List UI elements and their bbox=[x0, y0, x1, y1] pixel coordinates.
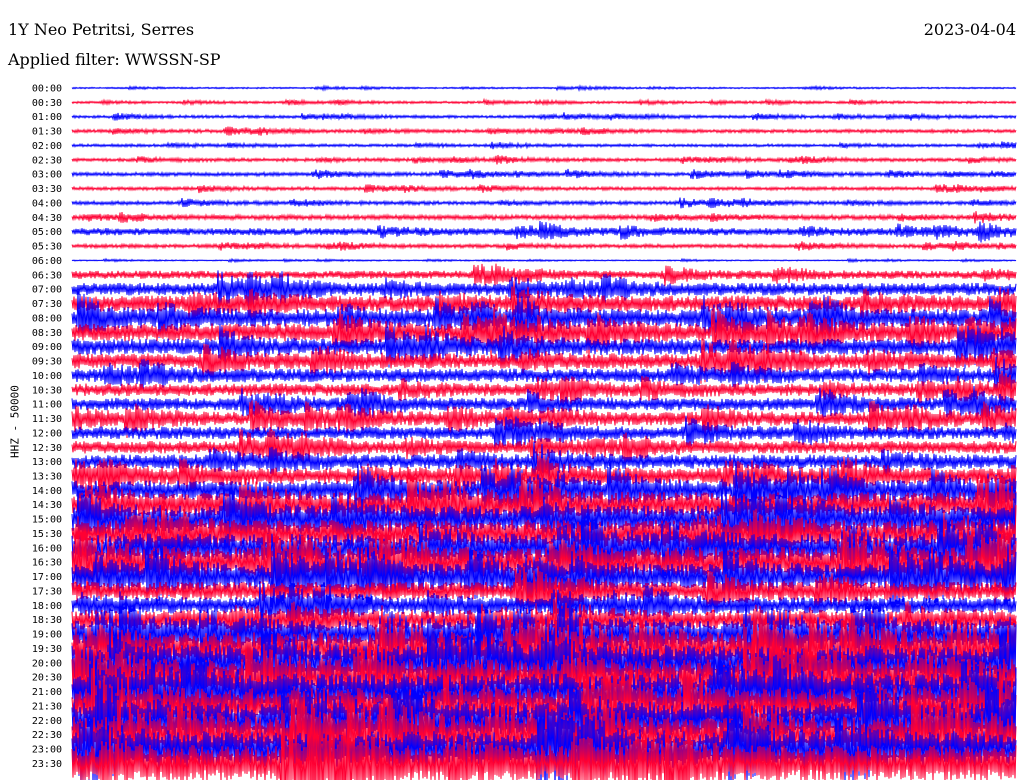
row-time-label: 05:30 bbox=[32, 242, 62, 253]
trace-row bbox=[71, 112, 1017, 122]
row-time-label: 11:30 bbox=[32, 414, 62, 425]
row-time-label: 04:00 bbox=[32, 198, 62, 209]
row-time-label: 13:00 bbox=[32, 457, 62, 468]
trace-row bbox=[71, 126, 1017, 136]
row-time-label: 03:30 bbox=[32, 184, 62, 195]
helicorder-plot: 00:00 00:30 01:00 01:30 02:00 02:30 03:00 03:30… bbox=[32, 84, 1017, 780]
trace-row bbox=[71, 168, 1017, 180]
row-time-label: 02:00 bbox=[32, 141, 62, 152]
row-time-label: 18:30 bbox=[32, 615, 62, 626]
trace-row bbox=[71, 154, 1017, 165]
row-time-label: 22:30 bbox=[32, 730, 62, 741]
row-time-label: 23:30 bbox=[32, 759, 62, 770]
row-time-label: 23:00 bbox=[32, 745, 62, 756]
row-time-label: 03:00 bbox=[32, 170, 62, 181]
row-time-label: 13:30 bbox=[32, 471, 62, 482]
row-time-label: 09:30 bbox=[32, 357, 62, 368]
row-time-label: 12:00 bbox=[32, 428, 62, 439]
row-time-label: 15:30 bbox=[32, 529, 62, 540]
row-time-label: 14:30 bbox=[32, 500, 62, 511]
row-time-label: 16:30 bbox=[32, 558, 62, 569]
trace-row bbox=[71, 220, 1017, 243]
trace-row bbox=[71, 184, 1017, 194]
row-time-label: 21:00 bbox=[32, 687, 62, 698]
row-time-label: 00:30 bbox=[32, 98, 62, 109]
trace-row bbox=[71, 257, 1017, 264]
row-time-label: 17:00 bbox=[32, 572, 62, 583]
row-time-label: 00:00 bbox=[32, 84, 62, 95]
row-time-label: 12:30 bbox=[32, 443, 62, 454]
row-time-label: 09:00 bbox=[32, 342, 62, 353]
row-time-label: 07:30 bbox=[32, 299, 62, 310]
row-time-label: 04:30 bbox=[32, 213, 62, 224]
row-time-label: 16:00 bbox=[32, 543, 62, 554]
row-time-label: 06:30 bbox=[32, 270, 62, 281]
row-time-label: 08:00 bbox=[32, 313, 62, 324]
row-time-label: 17:30 bbox=[32, 586, 62, 597]
row-time-label: 07:00 bbox=[32, 285, 62, 296]
row-time-label: 02:30 bbox=[32, 155, 62, 166]
row-time-label: 19:00 bbox=[32, 630, 62, 641]
row-time-label: 19:30 bbox=[32, 644, 62, 655]
row-time-label: 06:00 bbox=[32, 256, 62, 267]
row-time-label: 14:00 bbox=[32, 486, 62, 497]
trace-row bbox=[71, 141, 1017, 150]
row-time-label: 05:00 bbox=[32, 227, 62, 238]
row-time-label: 21:30 bbox=[32, 701, 62, 712]
trace-row bbox=[71, 97, 1017, 107]
row-time-label: 22:00 bbox=[32, 716, 62, 727]
row-time-label: 08:30 bbox=[32, 328, 62, 339]
row-time-label: 18:00 bbox=[32, 601, 62, 612]
row-time-label: 11:00 bbox=[32, 400, 62, 411]
trace-row bbox=[71, 197, 1017, 209]
row-time-label: 01:30 bbox=[32, 127, 62, 138]
trace-row bbox=[71, 211, 1017, 224]
row-time-label: 20:30 bbox=[32, 673, 62, 684]
row-time-label: 20:00 bbox=[32, 658, 62, 669]
row-time-label: 15:00 bbox=[32, 515, 62, 526]
row-time-label: 10:30 bbox=[32, 385, 62, 396]
trace-row bbox=[71, 84, 1017, 93]
row-time-label: 01:00 bbox=[32, 112, 62, 123]
trace-row bbox=[71, 241, 1017, 252]
row-time-label: 10:00 bbox=[32, 371, 62, 382]
